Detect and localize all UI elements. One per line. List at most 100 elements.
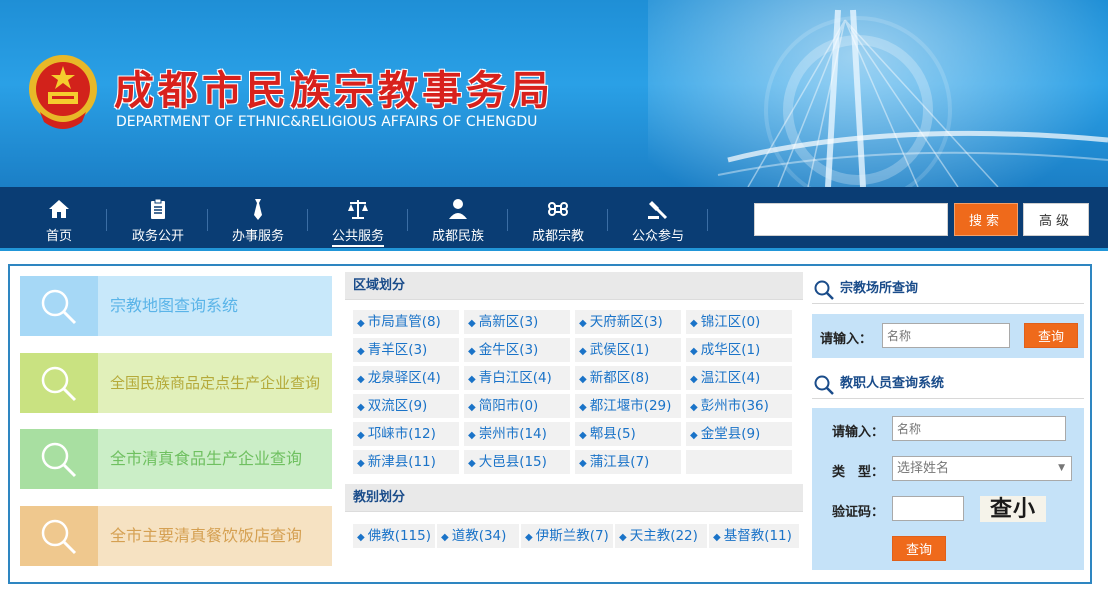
venue-query-form: 请输入： 查询	[812, 314, 1084, 358]
region-link[interactable]: ◆ 金堂县(9)	[686, 422, 792, 446]
bullet-icon: ◆	[357, 318, 365, 329]
staff-input-label: 请输入：	[832, 425, 885, 440]
bullet-icon: ◆	[468, 458, 476, 469]
region-link-label: 大邑县(15)	[478, 454, 547, 470]
religion-link[interactable]: ◆ 伊斯兰教(7)	[521, 524, 613, 548]
region-link-label: 蒲江县(7)	[589, 454, 650, 470]
bullet-icon: ◆	[713, 532, 721, 543]
bullet-icon: ◆	[357, 458, 365, 469]
region-link[interactable]: ◆ 锦江区(0)	[686, 310, 792, 334]
bullet-icon: ◆	[579, 346, 587, 357]
bullet-icon: ◆	[357, 430, 365, 441]
region-link[interactable]: ◆ 青白江区(4)	[464, 366, 570, 390]
tile-halal-restaurant-query[interactable]: 全市主要清真餐饮饭店查询	[20, 506, 332, 566]
nav-divider	[106, 209, 107, 231]
religion-link[interactable]: ◆ 基督教(11)	[709, 524, 799, 548]
region-link-label: 高新区(3)	[478, 314, 539, 330]
bullet-icon: ◆	[468, 430, 476, 441]
region-link[interactable]: ◆ 彭州市(36)	[686, 394, 792, 418]
venue-input-label: 请输入：	[820, 332, 873, 347]
staff-query-button[interactable]: 查询	[892, 536, 946, 561]
region-link[interactable]: ◆ 都江堰市(29)	[575, 394, 681, 418]
captcha-input[interactable]	[892, 496, 964, 521]
region-link[interactable]: ◆ 天府新区(3)	[575, 310, 681, 334]
bullet-icon: ◆	[690, 430, 698, 441]
religion-link[interactable]: ◆ 佛教(115)	[353, 524, 435, 548]
tile-label: 宗教地图查询系统	[110, 296, 239, 315]
region-link[interactable]: ◆ 金牛区(3)	[464, 338, 570, 362]
region-link[interactable]: ◆ 武侯区(1)	[575, 338, 681, 362]
region-link-label: 市局直管(8)	[367, 314, 441, 330]
bullet-icon: ◆	[468, 374, 476, 385]
advanced-search-button[interactable]: 高级	[1023, 203, 1089, 236]
magnifier-icon	[41, 519, 77, 555]
region-link[interactable]: ◆ 高新区(3)	[464, 310, 570, 334]
nav-item-label: 公共服务	[331, 229, 384, 247]
region-link-label: 新津县(11)	[367, 454, 436, 470]
tile-ethnic-goods-query[interactable]: 全国民族商品定点生产企业查询	[20, 353, 332, 413]
bridge-illustration	[717, 9, 1108, 187]
region-link[interactable]: ◆ 成华区(1)	[686, 338, 792, 362]
site-subtitle: DEPARTMENT OF ETHNIC&RELIGIOUS AFFAIRS O…	[116, 114, 538, 130]
region-link[interactable]: ◆ 双流区(9)	[353, 394, 459, 418]
bullet-icon: ◆	[357, 346, 365, 357]
region-link-label: 金牛区(3)	[478, 342, 539, 358]
nav-item-services[interactable]: 办事服务	[208, 193, 308, 244]
region-link-label: 彭州市(36)	[700, 398, 769, 414]
type-select[interactable]: 选择姓名 ▼	[892, 456, 1072, 481]
religion-link-label: 天主教(22)	[629, 528, 698, 544]
region-link-label: 新都区(8)	[589, 370, 650, 386]
bullet-icon: ◆	[468, 346, 476, 357]
staff-query-form: 请输入： 类 型： 选择姓名 ▼ 验证码： 查小 查询	[812, 408, 1084, 570]
region-link[interactable]: ◆ 市局直管(8)	[353, 310, 459, 334]
region-link[interactable]: ◆ 青羊区(3)	[353, 338, 459, 362]
main-content: 宗教地图查询系统 全国民族商品定点生产企业查询 全市清真食品生产企业查询 全市主…	[8, 264, 1092, 584]
region-link[interactable]: ◆ 蒲江县(7)	[575, 450, 681, 474]
region-link[interactable]: ◆ 龙泉驿区(4)	[353, 366, 459, 390]
tile-icon-box	[20, 429, 98, 489]
national-emblem-icon	[29, 55, 97, 129]
magnifier-icon	[41, 442, 77, 478]
region-link[interactable]: ◆ 简阳市(0)	[464, 394, 570, 418]
venue-name-input[interactable]	[882, 323, 1010, 348]
tile-halal-food-query[interactable]: 全市清真食品生产企业查询	[20, 429, 332, 489]
search-button[interactable]: 搜索	[954, 203, 1018, 236]
region-link-label: 邛崃市(12)	[367, 426, 436, 442]
nav-item-public-services[interactable]: 公共服务	[308, 193, 408, 247]
region-link[interactable]: ◆ 新津县(11)	[353, 450, 459, 474]
religion-link[interactable]: ◆ 天主教(22)	[615, 524, 707, 548]
tile-label: 全国民族商品定点生产企业查询	[110, 374, 321, 392]
region-link[interactable]: ◆ 邛崃市(12)	[353, 422, 459, 446]
page: 成都市民族宗教事务局 DEPARTMENT OF ETHNIC&RELIGIOU…	[0, 0, 1108, 601]
venue-query-button[interactable]: 查询	[1024, 323, 1078, 348]
region-link[interactable]: ◆ 郫县(5)	[575, 422, 681, 446]
nav-item-government-affairs[interactable]: 政务公开	[108, 193, 208, 244]
bullet-icon: ◆	[579, 430, 587, 441]
region-link[interactable]: ◆ 新都区(8)	[575, 366, 681, 390]
tie-icon	[254, 199, 262, 220]
region-link-label: 金堂县(9)	[700, 426, 761, 442]
bullet-icon: ◆	[690, 318, 698, 329]
nav-item-label: 首页	[45, 229, 72, 244]
tile-religious-map-query[interactable]: 宗教地图查询系统	[20, 276, 332, 336]
religion-link[interactable]: ◆ 道教(34)	[437, 524, 519, 548]
region-link[interactable]: ◆ 崇州市(14)	[464, 422, 570, 446]
region-link-label: 成华区(1)	[700, 342, 761, 358]
nav-item-public-participation[interactable]: 公众参与	[608, 193, 708, 244]
magnifier-icon	[814, 375, 834, 395]
site-search-input[interactable]	[754, 203, 948, 236]
nav-item-label: 政务公开	[131, 229, 184, 244]
nav-item-label: 成都宗教	[531, 229, 584, 244]
captcha-label: 验证码：	[832, 505, 885, 520]
region-link[interactable]: ◆ 温江区(4)	[686, 366, 792, 390]
nav-item-chengdu-ethnic[interactable]: 成都民族	[408, 193, 508, 244]
bullet-icon: ◆	[357, 402, 365, 413]
captcha-image[interactable]: 查小	[980, 496, 1046, 522]
staff-name-input[interactable]	[892, 416, 1066, 441]
bullet-icon: ◆	[468, 402, 476, 413]
bullet-icon: ◆	[441, 532, 449, 543]
nav-item-home[interactable]: 首页	[9, 193, 109, 244]
bullet-icon: ◆	[579, 402, 587, 413]
nav-item-chengdu-religion[interactable]: 成都宗教	[508, 193, 608, 244]
region-link[interactable]: ◆ 大邑县(15)	[464, 450, 570, 474]
